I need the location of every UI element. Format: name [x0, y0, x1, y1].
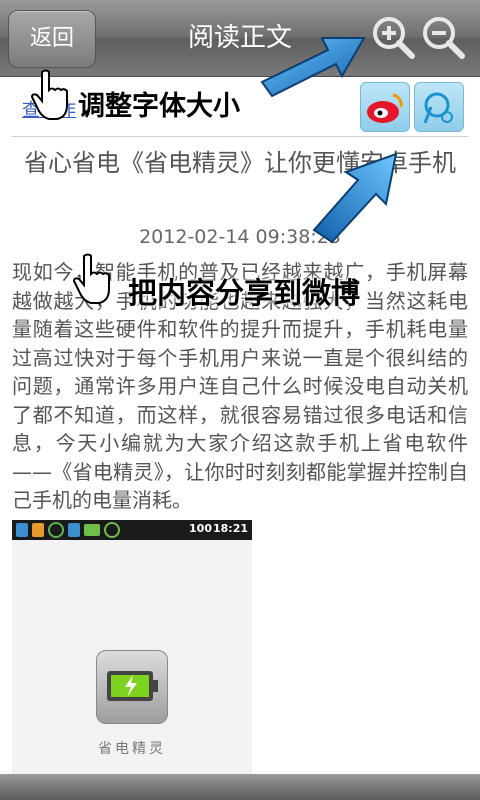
divider [12, 136, 468, 137]
article-image: 100 18:21 省电精灵 [12, 520, 252, 775]
arrow-to-share-icon [312, 152, 398, 244]
arrow-to-zoom-icon [260, 37, 366, 98]
article-date: 2012-02-14 09:38:23 [139, 226, 341, 248]
title-bar: 返回 阅读正文 [0, 0, 480, 77]
app-name-label: 省电精灵 [98, 741, 166, 757]
image-clock: 18:21 [212, 522, 248, 535]
status-icons [16, 522, 120, 538]
pointing-hand-icon [30, 69, 68, 120]
hint-share: 把内容分享到微博 [128, 276, 361, 310]
back-button[interactable]: 返回 [8, 10, 96, 68]
image-battery-level: 100 [189, 522, 212, 535]
zoom-out-icon[interactable] [420, 14, 466, 60]
zoom-in-icon[interactable] [370, 14, 416, 60]
battery-app-icon [96, 650, 168, 724]
bottom-bar [0, 774, 480, 800]
pointing-hand-icon-2 [72, 253, 110, 304]
tencent-weibo-icon[interactable] [414, 82, 464, 132]
hint-font-size: 调整字体大小 [78, 91, 240, 122]
image-status-bar: 100 18:21 [12, 520, 252, 540]
